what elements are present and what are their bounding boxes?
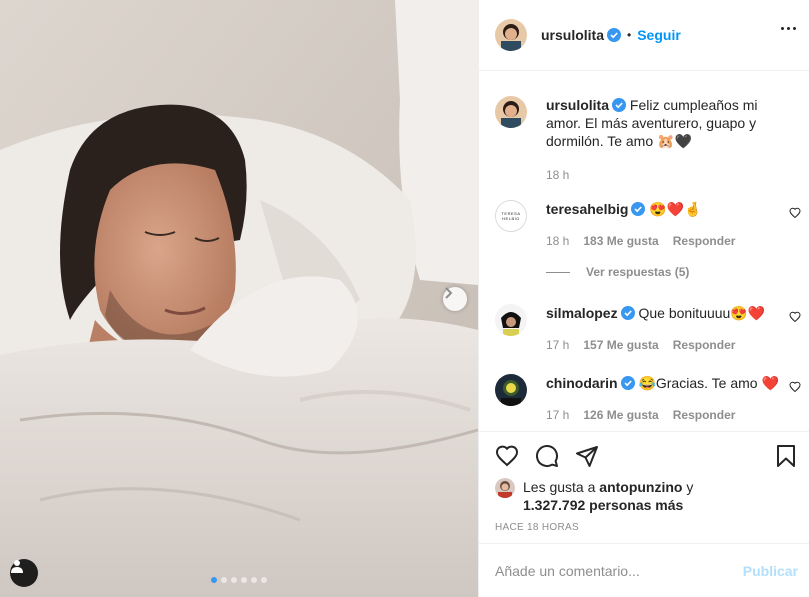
carousel-dot xyxy=(241,577,247,583)
view-replies-label: Ver respuestas (5) xyxy=(586,265,690,279)
avatar[interactable] xyxy=(495,478,515,498)
verified-badge-icon xyxy=(620,306,635,320)
posted-time[interactable]: HACE 18 HORAS xyxy=(495,522,579,533)
header-separator: • xyxy=(627,28,632,42)
avatar[interactable] xyxy=(495,304,527,336)
likes-prefix: Les gusta a xyxy=(523,479,600,495)
carousel-next-button[interactable] xyxy=(443,287,467,311)
paper-plane-icon[interactable] xyxy=(575,444,599,468)
avatar[interactable]: TERESA HELBIG xyxy=(495,200,527,232)
likes-user-link[interactable]: antopunzino xyxy=(599,479,682,495)
bookmark-icon[interactable] xyxy=(774,444,798,468)
comment-time[interactable]: 17 h xyxy=(546,406,569,424)
carousel-dot xyxy=(221,577,227,583)
post-photo[interactable] xyxy=(0,0,478,597)
reply-button[interactable]: Responder xyxy=(673,336,736,354)
heart-icon[interactable] xyxy=(495,444,519,468)
comment-likes[interactable]: 183 Me gusta xyxy=(583,232,658,250)
reply-button[interactable]: Responder xyxy=(673,232,736,250)
comments-list[interactable]: ursulolita Feliz cumpleaños mi amor. El … xyxy=(479,72,809,431)
avatar[interactable] xyxy=(495,19,527,51)
replies-divider xyxy=(546,271,570,273)
verified-badge-icon xyxy=(620,376,635,390)
comment-icon[interactable] xyxy=(535,444,559,468)
comment-username[interactable]: teresahelbig xyxy=(546,201,628,217)
reply-button[interactable]: Responder xyxy=(673,406,736,424)
comment-username[interactable]: silmalopez xyxy=(546,305,618,321)
carousel-dot xyxy=(251,577,257,583)
caption-username[interactable]: ursulolita xyxy=(546,97,609,113)
likes-suffix: y xyxy=(682,479,694,495)
comment-time[interactable]: 18 h xyxy=(546,232,569,250)
header-username[interactable]: ursulolita xyxy=(541,27,604,43)
carousel-dot xyxy=(211,577,217,583)
caption-time[interactable]: 18 h xyxy=(546,166,569,184)
verified-badge-icon xyxy=(612,98,627,112)
carousel-indicator xyxy=(0,577,478,583)
carousel-dot xyxy=(261,577,267,583)
view-replies-button[interactable]: Ver respuestas (5) xyxy=(546,265,689,279)
likes-summary: Les gusta a antopunzino y 1.327.792 pers… xyxy=(495,478,693,514)
ellipsis-icon[interactable] xyxy=(781,27,796,30)
comment-text: 😍❤️🤞 xyxy=(649,201,702,217)
verified-badge-icon xyxy=(607,28,622,42)
comment-likes[interactable]: 157 Me gusta xyxy=(583,336,658,354)
follow-button[interactable]: Seguir xyxy=(637,27,681,43)
carousel-dot xyxy=(231,577,237,583)
post-header: ursulolita • Seguir xyxy=(479,0,809,71)
add-comment-bar: Publicar xyxy=(479,543,809,597)
avatar[interactable] xyxy=(495,96,527,128)
photo-illustration xyxy=(0,0,478,597)
person-icon xyxy=(11,560,23,573)
verified-badge-icon xyxy=(631,202,646,216)
post-side-panel: ursulolita • Seguir ursulolita Feliz cum… xyxy=(478,0,809,597)
likes-count[interactable]: 1.327.792 personas más xyxy=(523,497,683,513)
post-actions: Les gusta a antopunzino y 1.327.792 pers… xyxy=(479,431,809,543)
comment-time[interactable]: 17 h xyxy=(546,336,569,354)
comment-likes[interactable]: 126 Me gusta xyxy=(583,406,658,424)
avatar-logo-text: TERESA HELBIG xyxy=(501,211,521,221)
comment-username[interactable]: chinodarin xyxy=(546,375,618,391)
heart-icon[interactable] xyxy=(789,207,801,219)
heart-icon[interactable] xyxy=(789,381,801,393)
heart-icon[interactable] xyxy=(789,311,801,323)
comment-text: Que bonituuuu😍❤️ xyxy=(638,305,766,321)
publish-button[interactable]: Publicar xyxy=(743,563,798,579)
comment-input[interactable] xyxy=(495,562,743,579)
chevron-right-icon xyxy=(445,287,453,299)
avatar[interactable] xyxy=(495,374,527,406)
comment-text: 😂Gracias. Te amo ❤️ xyxy=(638,375,779,391)
